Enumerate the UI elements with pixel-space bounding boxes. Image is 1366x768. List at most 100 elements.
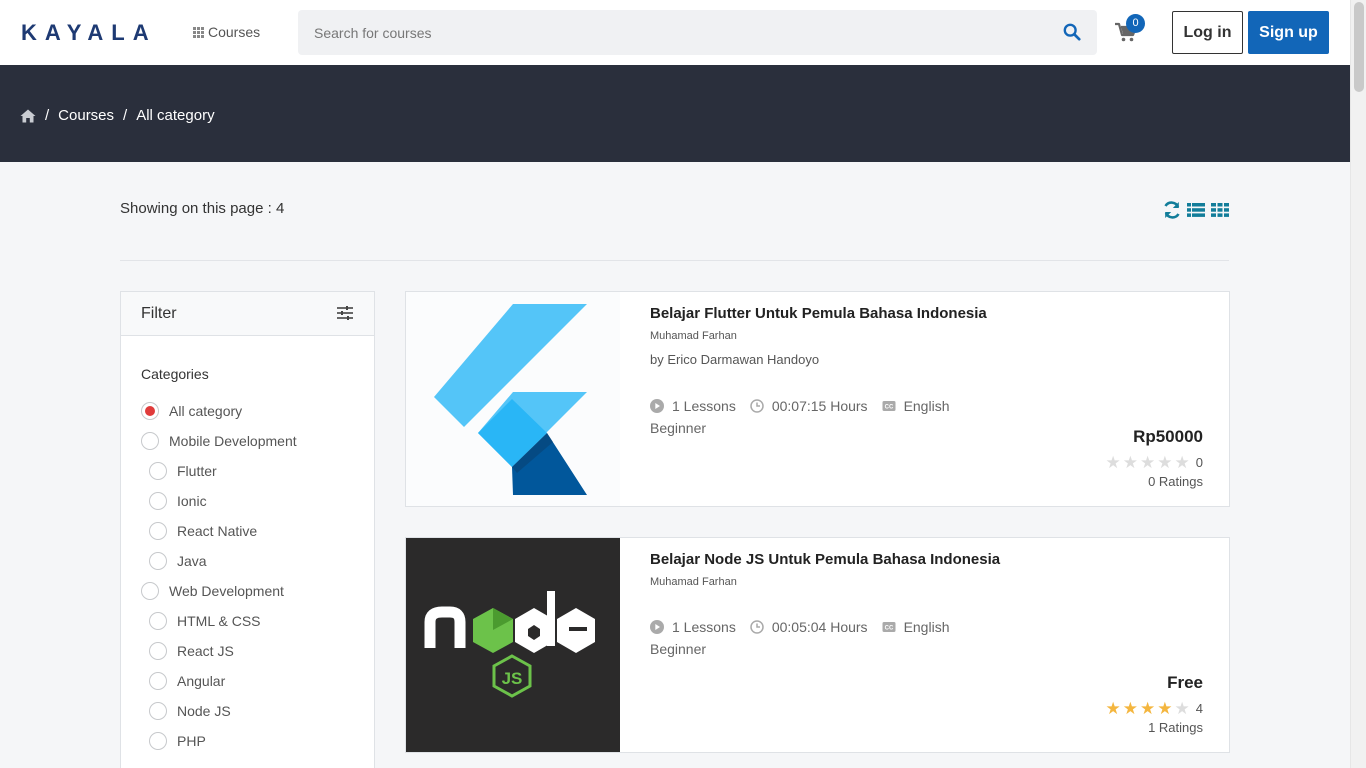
- category-list: All category Mobile Development Flutter Ion…: [141, 396, 297, 756]
- course-duration: 00:07:15 Hours: [771, 398, 868, 414]
- refresh-icon[interactable]: [1162, 200, 1182, 220]
- courses-menu-label: Courses: [208, 24, 261, 40]
- grid-icon: [193, 26, 204, 38]
- nodejs-logo[interactable]: JS: [406, 538, 620, 752]
- home-icon[interactable]: [20, 109, 36, 123]
- breadcrumb-separator: /: [45, 107, 50, 124]
- ratings-count: 1 Ratings: [1148, 720, 1203, 735]
- category-option[interactable]: Mobile Development: [141, 426, 297, 456]
- course-meta: 1 Lessons 00:05:04 Hours CC English: [650, 619, 949, 635]
- category-label: Node JS: [177, 703, 231, 719]
- category-radio[interactable]: [149, 492, 167, 510]
- category-radio[interactable]: [149, 522, 167, 540]
- category-option[interactable]: Node JS: [141, 696, 297, 726]
- category-radio[interactable]: [149, 642, 167, 660]
- category-radio[interactable]: [149, 672, 167, 690]
- course-card[interactable]: Belajar Flutter Untuk Pemula Bahasa Indo…: [405, 291, 1230, 507]
- svg-text:CC: CC: [884, 626, 893, 632]
- courses-menu[interactable]: Courses: [193, 24, 260, 40]
- signup-button[interactable]: Sign up: [1248, 11, 1329, 54]
- category-label: Web Development: [169, 583, 284, 599]
- breadcrumb-separator: /: [123, 107, 128, 124]
- category-radio[interactable]: [149, 702, 167, 720]
- category-radio[interactable]: [149, 732, 167, 750]
- star-icon: ★: [1174, 699, 1190, 718]
- cart-badge: 0: [1126, 14, 1145, 33]
- scrollbar-thumb[interactable]: [1354, 2, 1364, 92]
- star-icon: ★: [1140, 453, 1156, 472]
- search-input[interactable]: [298, 10, 1038, 55]
- category-option[interactable]: HTML & CSS: [141, 606, 297, 636]
- breadcrumb-courses[interactable]: Courses: [58, 107, 114, 124]
- top-navbar: KAYALA Courses 0 Log in Sign up: [0, 0, 1350, 65]
- star-icon: ★: [1105, 699, 1121, 718]
- svg-text:CC: CC: [884, 405, 893, 411]
- categories-title: Categories: [141, 366, 209, 382]
- category-label: Angular: [177, 673, 226, 689]
- flutter-logo[interactable]: [406, 292, 620, 506]
- course-duration: 00:05:04 Hours: [771, 619, 868, 635]
- course-title[interactable]: Belajar Node JS Untuk Pemula Bahasa Indo…: [650, 551, 1000, 568]
- course-level: Beginner: [650, 420, 707, 436]
- search-bar: [298, 10, 1097, 55]
- play-icon: [650, 620, 664, 634]
- course-price: Rp50000: [1133, 427, 1203, 446]
- sliders-icon[interactable]: [336, 305, 354, 321]
- rating-value: 4: [1195, 701, 1203, 716]
- rating-stars: ★ ★ ★ ★ ★ 4: [1104, 700, 1203, 717]
- clock-icon: [750, 399, 764, 413]
- list-view-icon[interactable]: [1186, 200, 1206, 220]
- category-option[interactable]: React JS: [141, 636, 297, 666]
- clock-icon: [750, 620, 764, 634]
- star-icon: ★: [1105, 453, 1121, 472]
- scrollbar[interactable]: [1350, 0, 1366, 768]
- filter-panel: Filter Categories All category Mobile Dev…: [120, 291, 375, 768]
- course-card[interactable]: JS Belajar Node JS Untuk Pemula Bahasa I…: [405, 537, 1230, 753]
- category-option[interactable]: Web Development: [141, 576, 297, 606]
- page: KAYALA Courses 0 Log in Sign up /: [0, 0, 1366, 768]
- category-option[interactable]: Java: [141, 546, 297, 576]
- results-count: Showing on this page : 4: [120, 200, 285, 217]
- category-label: React JS: [177, 643, 234, 659]
- course-title[interactable]: Belajar Flutter Untuk Pemula Bahasa Indo…: [650, 305, 987, 322]
- category-radio[interactable]: [141, 582, 159, 600]
- category-radio[interactable]: [149, 462, 167, 480]
- course-author: Muhamad Farhan: [650, 330, 737, 342]
- grid-view-icon[interactable]: [1210, 200, 1230, 220]
- category-option[interactable]: Ionic: [141, 486, 297, 516]
- divider: [120, 260, 1229, 261]
- course-author: Muhamad Farhan: [650, 576, 737, 588]
- ratings-count: 0 Ratings: [1148, 474, 1203, 489]
- search-icon[interactable]: [1063, 23, 1081, 41]
- category-radio[interactable]: [141, 432, 159, 450]
- category-label: React Native: [177, 523, 258, 539]
- page-banner: / Courses / All category: [0, 65, 1350, 162]
- login-button[interactable]: Log in: [1172, 11, 1243, 54]
- kayala-logo[interactable]: KAYALA: [21, 20, 157, 46]
- category-option[interactable]: Angular: [141, 666, 297, 696]
- filter-header[interactable]: Filter: [121, 292, 374, 336]
- lessons-count: 1 Lessons: [672, 398, 736, 414]
- breadcrumb-current: All category: [136, 107, 215, 124]
- closed-caption-icon: CC: [882, 401, 896, 411]
- category-radio[interactable]: [149, 612, 167, 630]
- breadcrumb: / Courses / All category: [20, 107, 215, 124]
- star-icon: ★: [1157, 453, 1173, 472]
- course-price: Free: [1167, 673, 1203, 692]
- category-option[interactable]: React Native: [141, 516, 297, 546]
- category-label: Java: [177, 553, 207, 569]
- play-icon: [650, 399, 664, 413]
- category-option[interactable]: PHP: [141, 726, 297, 756]
- category-radio[interactable]: [141, 402, 159, 420]
- category-option[interactable]: Flutter: [141, 456, 297, 486]
- course-language: English: [903, 398, 950, 414]
- rating-value: 0: [1195, 455, 1203, 470]
- lessons-count: 1 Lessons: [672, 619, 736, 635]
- course-meta: 1 Lessons 00:07:15 Hours CC English: [650, 398, 949, 414]
- category-label: Ionic: [177, 493, 207, 509]
- category-radio[interactable]: [149, 552, 167, 570]
- category-label: All category: [169, 403, 243, 419]
- category-label: HTML & CSS: [177, 613, 261, 629]
- category-option[interactable]: All category: [141, 396, 297, 426]
- star-icon: ★: [1140, 699, 1156, 718]
